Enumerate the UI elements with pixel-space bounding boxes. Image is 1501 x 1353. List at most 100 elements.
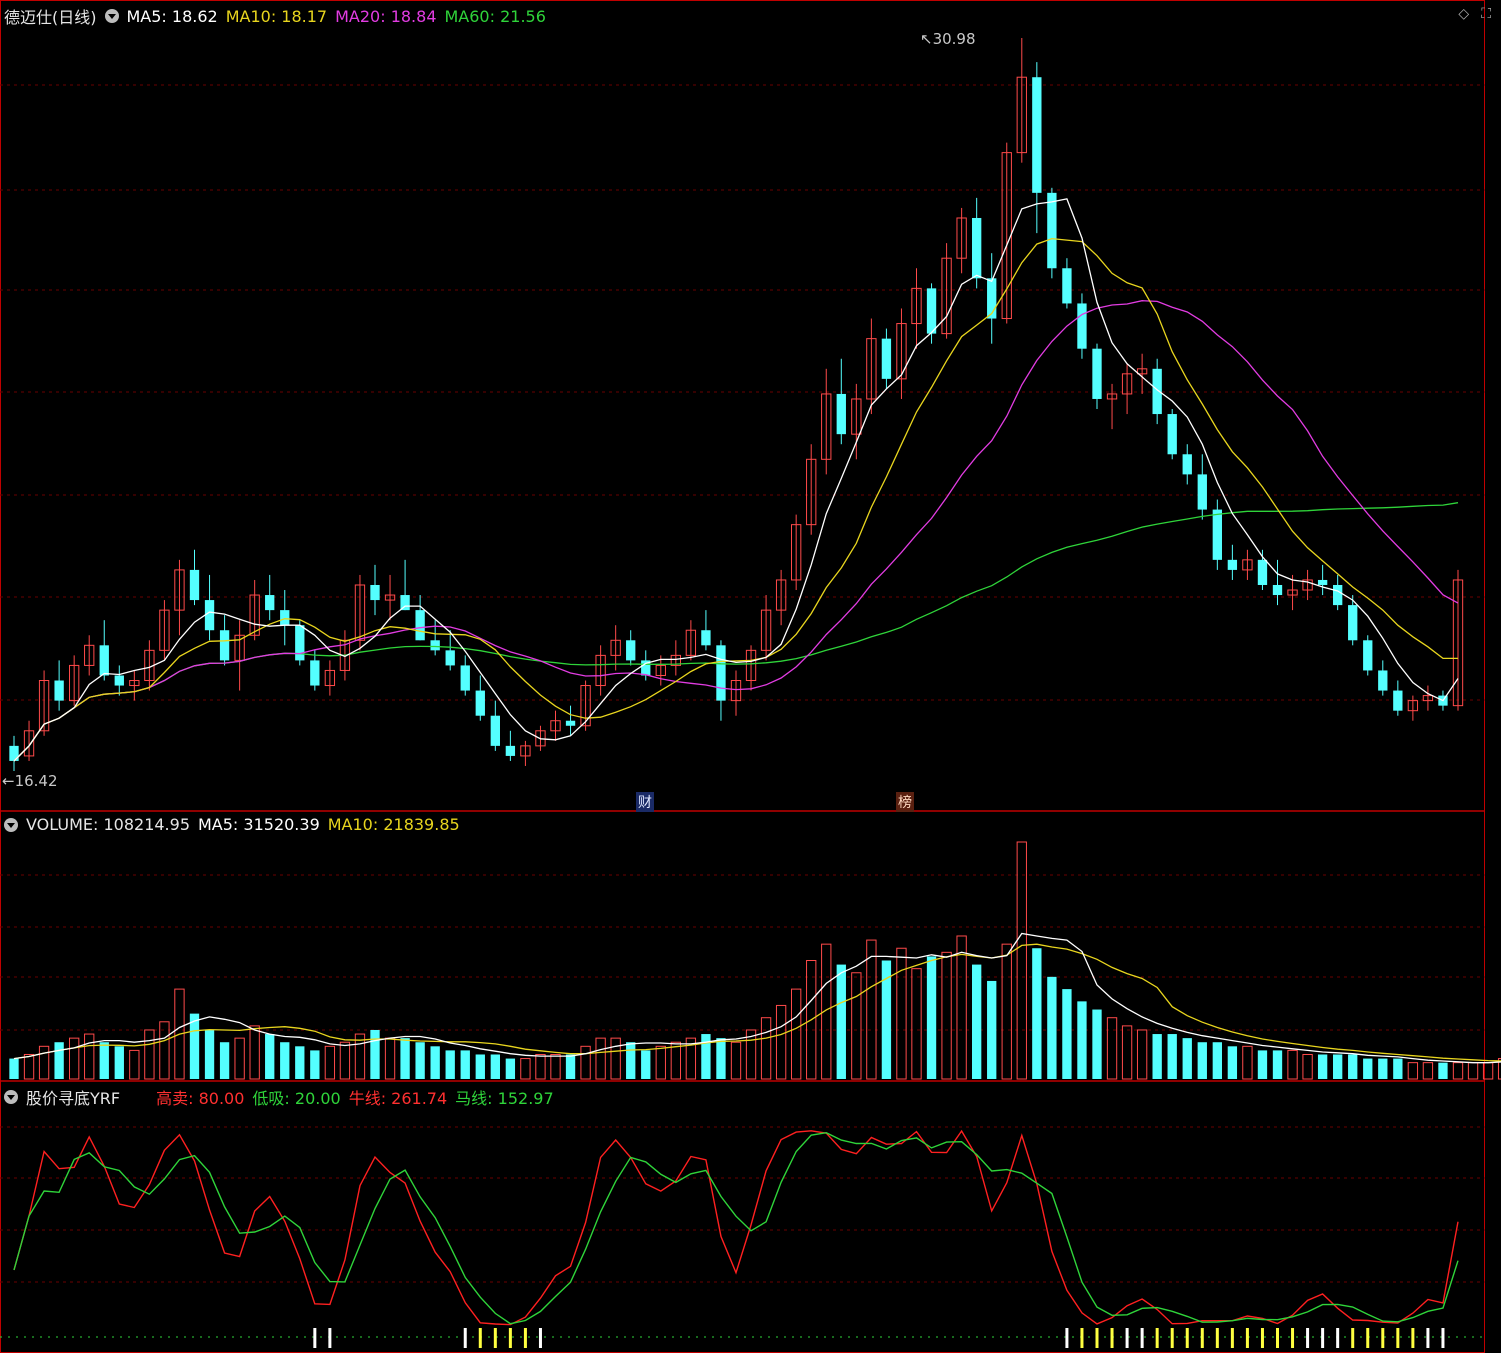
rank-event-tag[interactable]: 榜	[896, 792, 914, 812]
finance-event-tag[interactable]: 财	[636, 792, 654, 812]
candle	[475, 675, 485, 721]
candle	[265, 574, 275, 621]
candle	[701, 610, 711, 651]
diamond-icon[interactable]: ◇	[1458, 6, 1469, 22]
volume-bar	[760, 1017, 772, 1080]
yrf-signal-ticks	[313, 1328, 1445, 1348]
low-buy-signal-tick	[1441, 1328, 1445, 1348]
candle	[911, 268, 922, 349]
volume-bar	[1393, 1058, 1403, 1079]
volume-bar	[505, 1058, 516, 1079]
candle	[430, 620, 440, 656]
volume-bar	[1212, 1042, 1222, 1079]
candle	[1393, 680, 1403, 716]
volume-ma10-line	[13, 943, 1501, 1062]
candle-body	[460, 665, 470, 691]
candle-body	[265, 595, 275, 611]
volume-bar	[129, 1049, 140, 1080]
high-price-label: ↖30.98	[920, 30, 976, 48]
candle	[1227, 544, 1238, 580]
candle	[941, 243, 952, 339]
volume-bar	[1062, 989, 1072, 1079]
dropdown-circle-icon[interactable]	[4, 817, 18, 832]
stock-name[interactable]: 德迈仕(日线)	[4, 4, 97, 28]
ma60-line	[13, 502, 1459, 762]
volume-bar	[926, 956, 937, 1079]
low-buy-signal-tick	[1245, 1328, 1249, 1348]
volume-ma5-line	[13, 932, 1501, 1064]
volume-bar	[69, 1037, 80, 1080]
candle-body	[1077, 303, 1087, 349]
volume-bar	[851, 972, 862, 1080]
candle-body	[1227, 559, 1238, 570]
candle	[745, 645, 757, 691]
volume-bar	[1407, 1062, 1419, 1080]
volume-bar	[38, 1045, 50, 1080]
candle	[866, 318, 877, 415]
volume-bar	[310, 1050, 320, 1079]
candle-body	[1317, 579, 1328, 585]
window-controls: ◇ ⛶	[1458, 6, 1491, 22]
candle	[730, 670, 742, 716]
low-buy-signal-tick	[1185, 1328, 1189, 1348]
candle-body	[836, 393, 846, 435]
volume-bar	[1422, 1062, 1434, 1080]
candle-body	[430, 640, 440, 651]
volume-bar	[1077, 1001, 1087, 1079]
low-buy-signal-tick	[1351, 1328, 1355, 1348]
candle	[1167, 409, 1177, 460]
candle-body	[1092, 348, 1102, 399]
candle-body	[475, 690, 485, 716]
candle	[1407, 695, 1419, 721]
candle-body	[1167, 414, 1177, 455]
candle	[505, 730, 516, 761]
candle	[280, 590, 290, 646]
volume-bars[interactable]	[9, 841, 1501, 1080]
dropdown-circle-icon[interactable]	[104, 9, 119, 23]
low-buy-signal-tick	[1095, 1328, 1099, 1348]
candle	[99, 620, 109, 681]
candle	[1317, 564, 1328, 596]
volume-bar	[1467, 1062, 1479, 1080]
low-buy-signal-tick	[1321, 1328, 1325, 1348]
candle-body	[490, 715, 500, 746]
candle-body	[1047, 192, 1057, 269]
low-buy-signal-tick	[1140, 1328, 1144, 1348]
candle	[1378, 660, 1388, 696]
volume-bar	[265, 1034, 275, 1079]
candle	[1302, 569, 1313, 601]
volume-bar	[1032, 948, 1042, 1079]
expand-icon[interactable]: ⛶	[1481, 6, 1491, 22]
low-buy-signal-tick	[538, 1328, 542, 1348]
stock-chart-canvas[interactable]	[0, 0, 1501, 1353]
low-buy-signal-tick	[463, 1328, 467, 1348]
candle-body	[295, 625, 305, 661]
candle	[775, 569, 787, 626]
volume-bar	[430, 1046, 440, 1079]
yrf-bull-line	[13, 1129, 1459, 1326]
yrf-legend: 股价寻底YRF 高卖: 80.00 低吸: 20.00 牛线: 261.74 马…	[4, 1085, 562, 1109]
candle-body	[972, 217, 982, 279]
candle-body	[445, 650, 455, 666]
candle	[1001, 142, 1012, 324]
candle	[1197, 454, 1207, 520]
candle	[881, 328, 892, 389]
candle-body	[505, 745, 516, 756]
volume-bar	[1302, 1053, 1313, 1080]
volume-bar	[219, 1042, 230, 1079]
candle	[234, 620, 245, 691]
volume-bar	[641, 1050, 651, 1079]
volume-bar	[9, 1058, 19, 1079]
dropdown-circle-icon[interactable]	[4, 1090, 18, 1104]
low-buy-signal-tick	[523, 1328, 527, 1348]
volume-bar	[445, 1050, 455, 1079]
candle	[324, 660, 336, 696]
volume-bar	[956, 935, 967, 1080]
candle	[1452, 569, 1464, 711]
candle	[1121, 363, 1133, 415]
candle	[716, 640, 726, 721]
volume-title: VOLUME: 108214.95	[26, 815, 190, 834]
volume-bar	[701, 1034, 711, 1079]
candle-body	[370, 584, 380, 601]
bull-line-label: 牛线: 261.74	[348, 1089, 448, 1108]
